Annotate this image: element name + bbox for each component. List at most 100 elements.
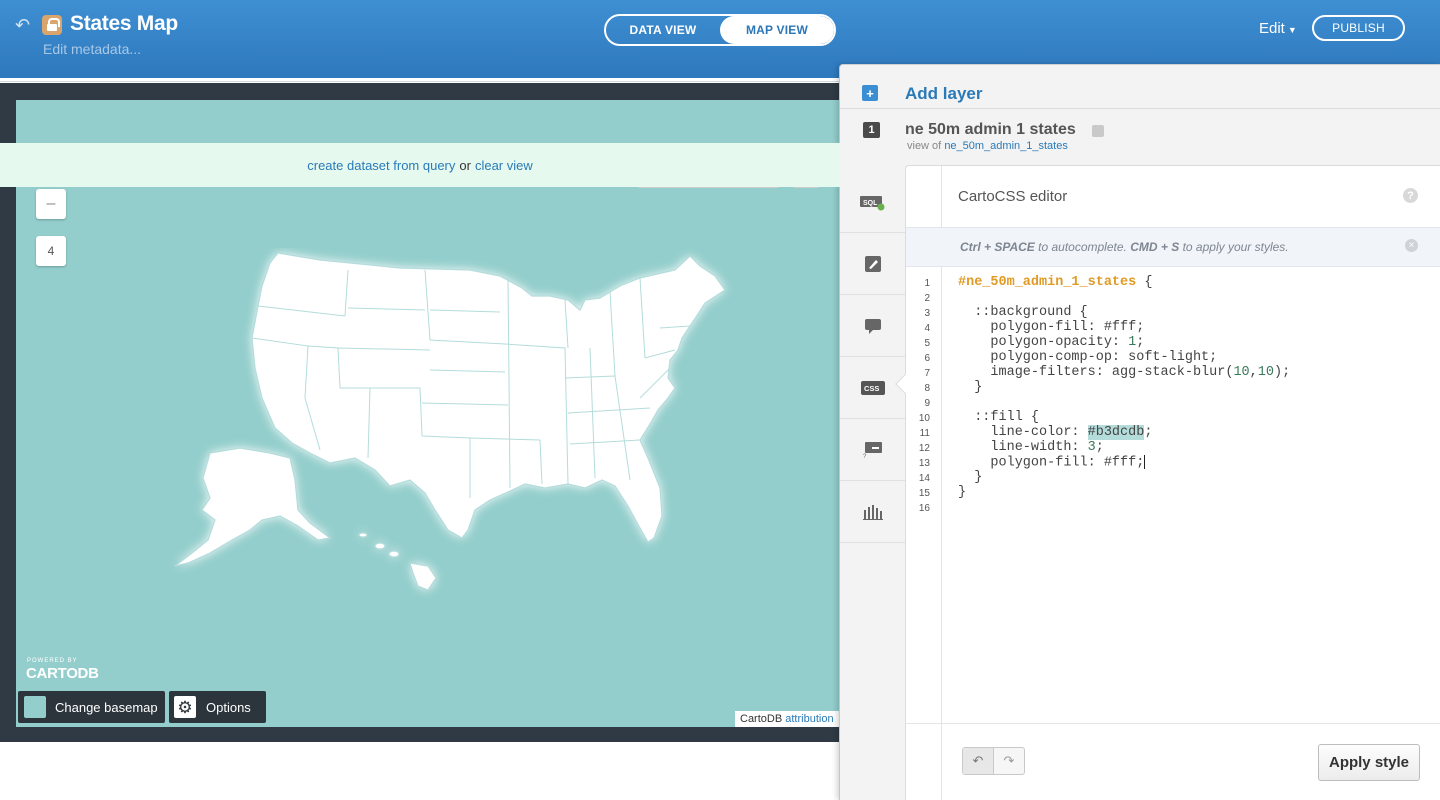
wizard-tool[interactable] (840, 234, 906, 295)
help-icon[interactable]: ? (1403, 188, 1418, 203)
attribution-prefix: CartoDB (740, 713, 783, 725)
code-token: } (958, 470, 983, 485)
banner-separator: or (459, 157, 471, 173)
code-token: polygon-fill: #fff; (958, 320, 1145, 335)
zoom-out-button[interactable]: – (36, 189, 66, 219)
code-line[interactable]: 1 #ne_50m_admin_1_states { (906, 275, 1436, 290)
code-text: line-width: 3; (958, 440, 1103, 455)
code-token: #ne_50m_admin_1_states (958, 275, 1137, 290)
change-basemap-button[interactable]: Change basemap (18, 691, 165, 723)
code-token: line-color: (958, 425, 1088, 440)
infowindow-comment-icon (865, 319, 881, 334)
back-arrow-icon[interactable]: ↶ (15, 15, 30, 36)
filters-bar-chart-icon (863, 505, 883, 520)
line-number: 16 (918, 503, 930, 514)
add-layer-icon[interactable]: + (862, 85, 878, 101)
code-token: } (958, 485, 967, 500)
legend-tool[interactable]: ? (840, 420, 906, 481)
view-switch: DATA VIEW MAP VIEW (604, 14, 836, 46)
close-hint-icon[interactable]: × (1405, 239, 1418, 252)
code-line[interactable]: 3 ::background { (906, 305, 1436, 320)
contiguous-us-shape (251, 252, 726, 543)
hint-autocomplete-text: to autocomplete. (1038, 240, 1127, 254)
code-line[interactable]: 4 polygon-fill: #fff; (906, 320, 1436, 335)
code-token: ); (1273, 365, 1291, 380)
editor-title: CartoCSS editor (958, 188, 1068, 205)
infowindow-tool[interactable] (840, 296, 906, 357)
code-editor-area[interactable]: 1 #ne_50m_admin_1_states {2 3 ::background… (906, 275, 1436, 515)
code-line[interactable]: 6 polygon-comp-op: soft-light; (906, 350, 1436, 365)
edit-metadata-link[interactable]: Edit metadata... (43, 41, 141, 57)
publish-button[interactable]: PUBLISH (1312, 15, 1405, 41)
hawaii-island-big (409, 562, 437, 591)
code-line[interactable]: 10 ::fill { (906, 410, 1436, 425)
create-dataset-link[interactable]: create dataset from query (307, 158, 455, 173)
code-text: } (958, 380, 982, 395)
code-line[interactable]: 5 polygon-opacity: 1; (906, 335, 1436, 350)
line-number: 5 (924, 338, 930, 349)
css-tool[interactable]: CSS (840, 358, 906, 419)
layer-name[interactable]: ne 50m admin 1 states (905, 121, 1076, 139)
line-number: 12 (918, 443, 930, 454)
options-label: Options (206, 699, 251, 715)
code-token: 10 (1233, 365, 1250, 380)
code-text: ::background { (958, 305, 1088, 320)
svg-text:?: ? (863, 454, 867, 459)
attribution-link[interactable]: attribution (785, 713, 833, 725)
code-token: image-filters: agg-stack-blur( (958, 365, 1234, 380)
code-line[interactable]: 2 (906, 290, 1436, 305)
undo-icon[interactable]: ↶ (963, 748, 994, 774)
page-title[interactable]: States Map (70, 12, 178, 36)
us-states-map[interactable] (170, 248, 740, 598)
tab-data-view[interactable]: DATA VIEW (606, 16, 720, 44)
code-line[interactable]: 15} (906, 485, 1436, 500)
sql-tool[interactable]: SQL (840, 172, 906, 233)
line-number: 14 (918, 473, 930, 484)
apply-style-button[interactable]: Apply style (1318, 744, 1420, 781)
text-cursor (1144, 455, 1146, 469)
cartodb-logo: CARTODB (26, 665, 99, 682)
alaska-shape (174, 447, 332, 567)
edit-menu[interactable]: Edit ▼ (1259, 20, 1297, 37)
redo-icon[interactable]: ↷ (994, 748, 1024, 774)
code-line[interactable]: 7 image-filters: agg-stack-blur(10,10); (906, 365, 1436, 380)
code-line[interactable]: 14 } (906, 470, 1436, 485)
code-token: polygon-opacity: (958, 335, 1129, 350)
map-attribution: CartoDB attribution (735, 711, 840, 727)
layer-toolbar: SQL CSS ? (840, 172, 906, 800)
code-line[interactable]: 9 (906, 395, 1436, 410)
basemap-swatch (24, 696, 46, 718)
hawaii-island-3 (388, 550, 400, 558)
line-number: 4 (924, 323, 930, 334)
code-token: ; (1136, 335, 1145, 350)
code-token: ; (1144, 425, 1153, 440)
rss-icon[interactable] (1092, 125, 1104, 137)
line-number: 10 (918, 413, 930, 424)
code-line[interactable]: 16 (906, 500, 1436, 515)
unlocked-lock-icon[interactable] (42, 15, 62, 35)
hawaii-island-2 (374, 542, 386, 550)
code-line[interactable]: 12 line-width: 3; (906, 440, 1436, 455)
zoom-level-indicator: 4 (36, 236, 66, 266)
code-text: ::fill { (958, 410, 1039, 425)
undo-redo-group: ↶ ↷ (962, 747, 1025, 775)
caret-down-icon: ▼ (1287, 25, 1297, 35)
code-token: polygon-fill: #fff; (958, 455, 1145, 471)
map-options-button[interactable]: ⚙ Options (169, 691, 266, 723)
hint-text: Ctrl + SPACE to autocomplete. CMD + S to… (960, 240, 1289, 254)
layer-number-badge: 1 (863, 122, 880, 138)
gear-icon: ⚙ (174, 696, 196, 718)
source-table-link[interactable]: ne_50m_admin_1_states (944, 140, 1068, 152)
legend-icon: ? (863, 442, 882, 459)
code-text: } (958, 485, 966, 500)
tab-map-view[interactable]: MAP VIEW (720, 16, 834, 44)
code-line[interactable]: 11 line-color: #b3dcdb; (906, 425, 1436, 440)
add-layer-button[interactable]: Add layer (905, 84, 982, 104)
code-line[interactable]: 8 } (906, 380, 1436, 395)
code-line[interactable]: 13 polygon-fill: #fff; (906, 455, 1436, 471)
clear-view-link[interactable]: clear view (475, 158, 533, 173)
line-number: 9 (924, 398, 930, 409)
code-token: ::background { (958, 305, 1088, 320)
filters-tool[interactable] (840, 482, 906, 543)
line-number: 1 (924, 278, 930, 289)
